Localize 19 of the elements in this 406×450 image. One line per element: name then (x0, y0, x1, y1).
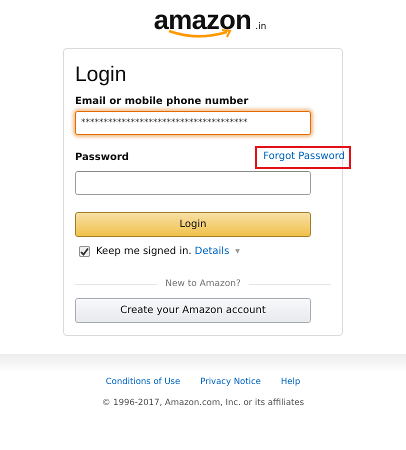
email-field[interactable]: ************************************* (75, 111, 311, 135)
login-title: Login (75, 63, 128, 87)
copyright-text: © 1996-2017, Amazon.com, Inc. or its affiliates (102, 398, 304, 408)
logo-suffix: .in (255, 22, 266, 32)
logo-wordmark[interactable]: amazon (154, 8, 252, 32)
create-account-button[interactable]: Create your Amazon account (75, 298, 311, 323)
footer-link[interactable]: Privacy Notice (200, 377, 261, 387)
field-label: Password (75, 150, 129, 164)
login-button[interactable]: Login (75, 212, 311, 237)
keep-signed-in-label: Keep me signed in. (96, 246, 192, 257)
password-field[interactable] (75, 171, 311, 195)
checkbox[interactable] (79, 246, 90, 257)
divider-text: New to Amazon? (165, 279, 241, 289)
details-link[interactable]: Details (194, 246, 230, 257)
footer-link[interactable]: Help (280, 377, 300, 387)
forgot-password-link[interactable]: Forgot Password (255, 146, 351, 169)
smile-arrow-icon (166, 29, 233, 39)
footer-link[interactable]: Conditions of Use (106, 377, 180, 387)
field-label: Email or mobile phone number (75, 95, 250, 109)
